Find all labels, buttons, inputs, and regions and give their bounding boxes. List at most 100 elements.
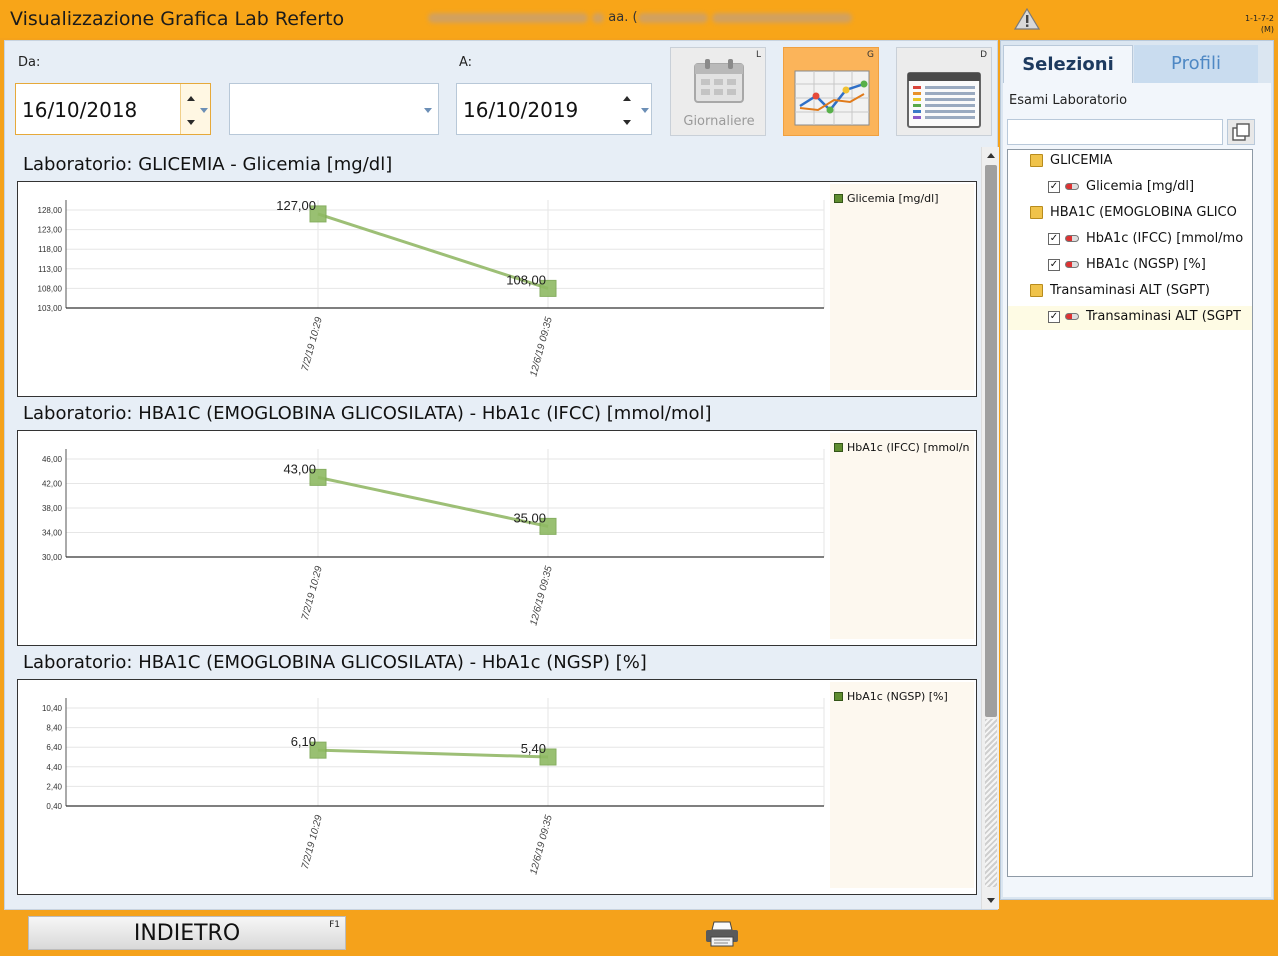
scroll-thumb[interactable] — [985, 165, 997, 717]
main-panel: Da: 16/10/2018 A: 16/10/2019 L Giornalie… — [4, 40, 999, 910]
pill-icon — [1065, 235, 1079, 242]
from-date-label: Da: — [18, 55, 41, 70]
tree-folder-label: GLICEMIA — [1050, 153, 1113, 168]
tree-item-label: Glicemia [mg/dl] — [1086, 179, 1195, 194]
version-number: 1-1-7-2 — [1244, 14, 1274, 23]
printer-icon[interactable] — [704, 920, 740, 948]
from-date-dropdown-arrow[interactable] — [200, 108, 208, 113]
chart-hba1c-ngsp: 10,40 8,40 6,40 4,40 2,40 0,40 6,10 5,40 7/2/19 … — [17, 679, 977, 895]
scroll-up-arrow[interactable] — [987, 153, 995, 158]
from-date-picker[interactable]: 16/10/2018 — [15, 83, 211, 135]
chart-hba1c-ngsp-legend: HbA1c (NGSP) [%] — [834, 690, 948, 703]
to-date-down-arrow[interactable] — [623, 120, 631, 125]
tree-folder-hba1c[interactable]: HBA1C (EMOGLOBINA GLICO — [1008, 202, 1252, 226]
redacted-fiscal-code — [711, 12, 852, 23]
folder-icon — [1030, 206, 1043, 219]
version-mode: (M) — [1260, 25, 1274, 34]
from-date-up-arrow[interactable] — [187, 96, 195, 101]
charts-scrollbar[interactable] — [981, 147, 999, 909]
exam-filter-input[interactable] — [1007, 119, 1223, 145]
selections-body: Esami Laboratorio GLICEMIA ✓ Glicemia [m… — [1003, 83, 1271, 897]
redacted-dob — [637, 12, 708, 23]
y-tick-label: 38,00 — [42, 504, 63, 513]
line-chart-icon — [794, 70, 870, 126]
checkbox-checked[interactable]: ✓ — [1048, 233, 1060, 245]
secondary-select[interactable] — [229, 83, 439, 135]
x-tick-label: 7/2/19 10:29 — [300, 316, 325, 373]
exams-tree[interactable]: GLICEMIA ✓ Glicemia [mg/dl] HBA1C (EMOGL… — [1007, 149, 1253, 877]
to-date-up-arrow[interactable] — [623, 96, 631, 101]
chart-hba1c-ifcc-legend-label: HbA1c (IFCC) [mmol/n — [847, 441, 970, 454]
table-view-button[interactable]: D — [896, 47, 992, 136]
secondary-select-arrow[interactable] — [424, 108, 432, 113]
to-date-value[interactable]: 16/10/2019 — [463, 98, 578, 122]
checkbox-checked[interactable]: ✓ — [1048, 181, 1060, 193]
data-table-icon — [907, 72, 981, 128]
table-view-shortcut: D — [980, 50, 987, 60]
chart-hba1c-ifcc-legend: HbA1c (IFCC) [mmol/n — [834, 441, 970, 454]
data-label: 108,00 — [506, 272, 546, 287]
back-button-shortcut: F1 — [329, 920, 340, 930]
tree-item-hba1c-ifcc[interactable]: ✓ HbA1c (IFCC) [mmol/mo — [1008, 228, 1252, 252]
to-date-label: A: — [459, 55, 473, 70]
chart-hba1c-ngsp-legend-area: HbA1c (NGSP) [%] — [830, 682, 974, 888]
tab-profiles[interactable]: Profili — [1134, 45, 1258, 83]
daily-view-button[interactable]: L Giornaliere — [670, 47, 766, 136]
tree-item-glicemia[interactable]: ✓ Glicemia [mg/dl] — [1008, 176, 1252, 200]
pill-icon — [1065, 313, 1079, 320]
data-label: 5,40 — [521, 741, 546, 756]
y-tick-label: 128,00 — [38, 206, 63, 215]
calendar-icon — [694, 59, 744, 103]
tab-selections[interactable]: Selezioni — [1003, 45, 1133, 83]
chart-glicemia-legend: Glicemia [mg/dl] — [834, 192, 939, 205]
redacted-name — [428, 12, 588, 23]
from-date-value[interactable]: 16/10/2018 — [22, 98, 137, 122]
redacted-sex — [592, 12, 605, 23]
chart-glicemia: 128,00 123,00 118,00 113,00 108,00 103,00 127,… — [17, 181, 977, 397]
tree-item-label: HBA1c (NGSP) [%] — [1086, 257, 1206, 272]
y-tick-label: 123,00 — [38, 226, 63, 235]
y-tick-label: 2,40 — [46, 782, 62, 791]
chart-title-hba1c-ifcc: Laboratorio: HBA1C (EMOGLOBINA GLICOSILA… — [23, 403, 712, 424]
checkbox-checked[interactable]: ✓ — [1048, 259, 1060, 271]
to-date-picker[interactable]: 16/10/2019 — [456, 83, 652, 135]
folder-icon — [1030, 154, 1043, 167]
charts-scroll-area[interactable]: Laboratorio: GLICEMIA - Glicemia [mg/dl]… — [9, 145, 985, 909]
version-info: 1-1-7-2 (M) — [1245, 13, 1274, 35]
back-button-label: INDIETRO — [133, 921, 241, 946]
exams-label: Esami Laboratorio — [1009, 93, 1128, 108]
tree-item-transaminasi[interactable]: ✓ Transaminasi ALT (SGPT — [1008, 306, 1252, 330]
graph-view-button[interactable]: G — [783, 47, 879, 136]
to-date-dropdown-arrow[interactable] — [641, 108, 649, 113]
bottom-bar: INDIETRO F1 — [0, 912, 1278, 956]
y-tick-label: 118,00 — [38, 245, 62, 254]
y-tick-label: 103,00 — [38, 304, 63, 313]
y-tick-label: 10,40 — [42, 704, 63, 713]
back-button[interactable]: INDIETRO F1 — [28, 916, 346, 950]
legend-swatch — [834, 443, 843, 452]
tree-folder-glicemia[interactable]: GLICEMIA — [1008, 150, 1252, 174]
checkbox-checked[interactable]: ✓ — [1048, 311, 1060, 323]
tree-item-hba1c-ngsp[interactable]: ✓ HBA1c (NGSP) [%] — [1008, 254, 1252, 278]
legend-swatch — [834, 692, 843, 701]
patient-info: aa. ( — [428, 10, 852, 25]
copy-icon — [1232, 123, 1250, 141]
tree-item-label: Transaminasi ALT (SGPT — [1086, 309, 1241, 324]
scroll-down-arrow[interactable] — [987, 898, 995, 903]
chart-title-glicemia: Laboratorio: GLICEMIA - Glicemia [mg/dl] — [23, 154, 393, 175]
tree-folder-label: Transaminasi ALT (SGPT) — [1050, 283, 1210, 298]
series-line — [317, 748, 549, 759]
y-tick-label: 46,00 — [42, 455, 63, 464]
pill-icon — [1065, 183, 1079, 190]
tree-folder-transaminasi[interactable]: Transaminasi ALT (SGPT) — [1008, 280, 1252, 304]
scroll-track[interactable] — [985, 719, 997, 887]
app-window: Visualizzazione Grafica Lab Referto aa. … — [0, 0, 1278, 956]
copy-selection-button[interactable] — [1227, 119, 1255, 145]
from-date-down-arrow[interactable] — [187, 120, 195, 125]
y-tick-label: 4,40 — [46, 763, 62, 772]
chart-glicemia-legend-area: Glicemia [mg/dl] — [830, 184, 974, 390]
y-tick-label: 30,00 — [42, 553, 63, 562]
warning-icon[interactable] — [1014, 8, 1040, 30]
y-tick-label: 42,00 — [42, 480, 63, 489]
x-tick-label: 12/6/19 09:35 — [528, 316, 555, 378]
